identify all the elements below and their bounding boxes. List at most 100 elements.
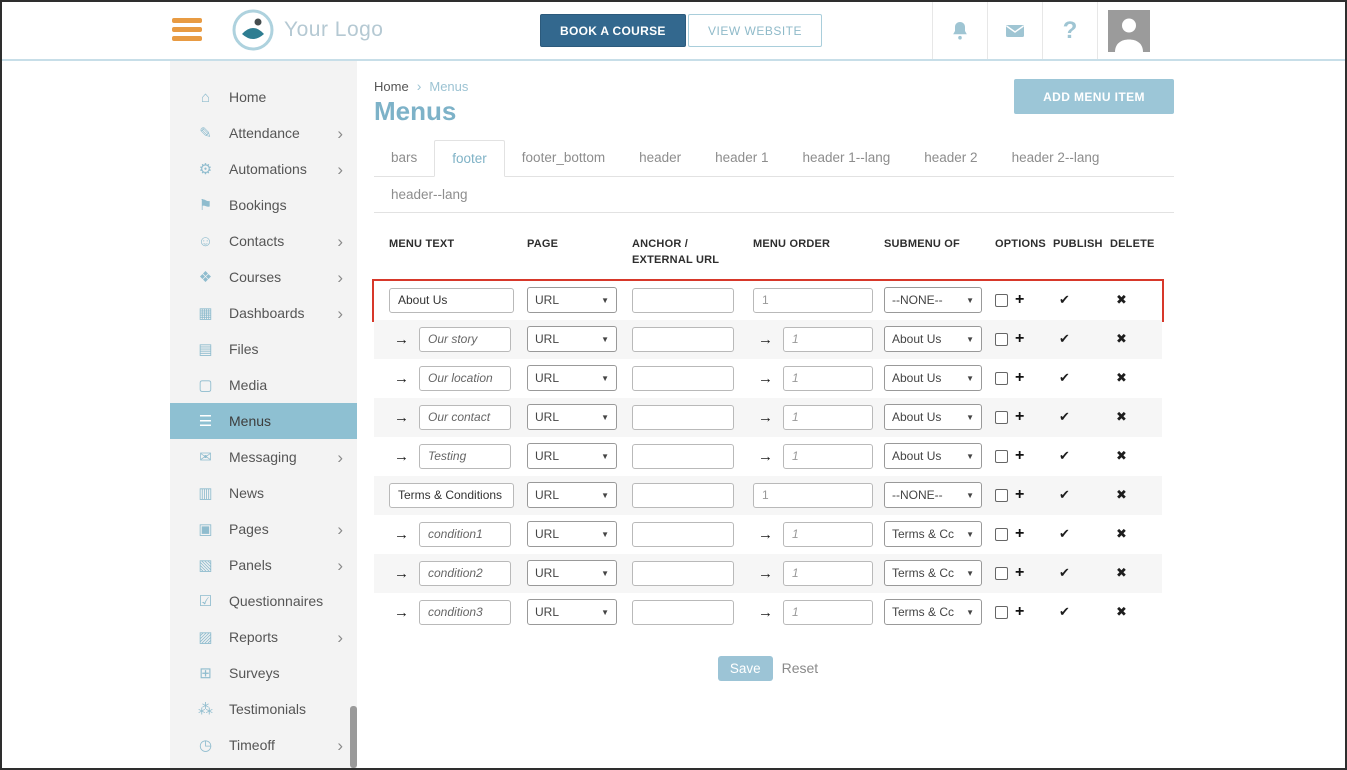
submenu-select[interactable]: About Us▼ xyxy=(884,365,982,391)
page-select[interactable]: URL▼ xyxy=(527,404,617,430)
publish-check-icon[interactable]: ✔ xyxy=(1059,448,1070,464)
sidebar-item-home[interactable]: ⌂Home xyxy=(170,79,357,115)
options-checkbox[interactable] xyxy=(995,372,1008,385)
submenu-select[interactable]: About Us▼ xyxy=(884,404,982,430)
submenu-select[interactable]: About Us▼ xyxy=(884,443,982,469)
tab-header-lang[interactable]: header--lang xyxy=(374,177,485,212)
menu-order-input[interactable] xyxy=(783,327,873,352)
options-checkbox[interactable] xyxy=(995,333,1008,346)
sidebar-item-news[interactable]: ▥News xyxy=(170,475,357,511)
delete-x-icon[interactable]: ✖ xyxy=(1116,409,1127,425)
publish-check-icon[interactable]: ✔ xyxy=(1059,292,1070,308)
publish-check-icon[interactable]: ✔ xyxy=(1059,526,1070,542)
anchor-url-input[interactable] xyxy=(632,405,734,430)
inbox-envelope-icon[interactable] xyxy=(987,2,1042,59)
publish-check-icon[interactable]: ✔ xyxy=(1059,565,1070,581)
sidebar-item-files[interactable]: ▤Files xyxy=(170,331,357,367)
sidebar-item-panels[interactable]: ▧Panels› xyxy=(170,547,357,583)
submenu-select[interactable]: About Us▼ xyxy=(884,326,982,352)
sidebar-item-media[interactable]: ▢Media xyxy=(170,367,357,403)
publish-check-icon[interactable]: ✔ xyxy=(1059,331,1070,347)
sidebar-item-messaging[interactable]: ✉Messaging› xyxy=(170,439,357,475)
save-button[interactable]: Save xyxy=(718,656,773,681)
hamburger-menu-icon[interactable] xyxy=(172,18,202,42)
add-option-icon[interactable]: + xyxy=(1015,487,1024,503)
page-select[interactable]: URL▼ xyxy=(527,521,617,547)
anchor-url-input[interactable] xyxy=(632,483,734,508)
options-checkbox[interactable] xyxy=(995,606,1008,619)
publish-check-icon[interactable]: ✔ xyxy=(1059,487,1070,503)
submenu-select[interactable]: --NONE--▼ xyxy=(884,482,982,508)
sidebar-item-attendance[interactable]: ✎Attendance› xyxy=(170,115,357,151)
menu-text-input[interactable] xyxy=(419,366,511,391)
tab-header-1[interactable]: header 1 xyxy=(698,140,785,176)
breadcrumb-home-link[interactable]: Home xyxy=(374,79,409,94)
add-option-icon[interactable]: + xyxy=(1015,526,1024,542)
page-select[interactable]: URL▼ xyxy=(527,560,617,586)
sidebar-item-testimonials[interactable]: ⁂Testimonials xyxy=(170,691,357,727)
delete-x-icon[interactable]: ✖ xyxy=(1116,526,1127,542)
menu-order-input[interactable] xyxy=(783,561,873,586)
page-select[interactable]: URL▼ xyxy=(527,482,617,508)
menu-order-input[interactable] xyxy=(753,288,873,313)
publish-check-icon[interactable]: ✔ xyxy=(1059,409,1070,425)
options-checkbox[interactable] xyxy=(995,489,1008,502)
menu-order-input[interactable] xyxy=(783,366,873,391)
anchor-url-input[interactable] xyxy=(632,366,734,391)
submenu-select[interactable]: Terms & Cc▼ xyxy=(884,560,982,586)
page-select[interactable]: URL▼ xyxy=(527,599,617,625)
add-menu-item-button[interactable]: ADD MENU ITEM xyxy=(1014,79,1174,114)
add-option-icon[interactable]: + xyxy=(1015,448,1024,464)
menu-order-input[interactable] xyxy=(783,444,873,469)
help-icon[interactable]: ? xyxy=(1042,2,1097,59)
options-checkbox[interactable] xyxy=(995,294,1008,307)
page-select[interactable]: URL▼ xyxy=(527,287,617,313)
sidebar-item-menus[interactable]: ☰Menus xyxy=(170,403,357,439)
tab-header-1-lang[interactable]: header 1--lang xyxy=(785,140,907,176)
menu-order-input[interactable] xyxy=(783,600,873,625)
sidebar-item-bookings[interactable]: ⚑Bookings xyxy=(170,187,357,223)
delete-x-icon[interactable]: ✖ xyxy=(1116,487,1127,503)
notifications-bell-icon[interactable] xyxy=(932,2,987,59)
delete-x-icon[interactable]: ✖ xyxy=(1116,370,1127,386)
options-checkbox[interactable] xyxy=(995,450,1008,463)
page-select[interactable]: URL▼ xyxy=(527,365,617,391)
menu-text-input[interactable] xyxy=(419,444,511,469)
reset-button[interactable]: Reset xyxy=(782,660,819,676)
sidebar-item-dashboards[interactable]: ▦Dashboards› xyxy=(170,295,357,331)
tab-footer[interactable]: footer xyxy=(434,140,505,177)
add-option-icon[interactable]: + xyxy=(1015,292,1024,308)
menu-text-input[interactable] xyxy=(419,405,511,430)
tab-header-2[interactable]: header 2 xyxy=(907,140,994,176)
user-avatar[interactable] xyxy=(1097,2,1159,59)
anchor-url-input[interactable] xyxy=(632,561,734,586)
submenu-select[interactable]: Terms & Cc▼ xyxy=(884,599,982,625)
menu-order-input[interactable] xyxy=(753,483,873,508)
add-option-icon[interactable]: + xyxy=(1015,331,1024,347)
tab-bars[interactable]: bars xyxy=(374,140,434,176)
delete-x-icon[interactable]: ✖ xyxy=(1116,565,1127,581)
publish-check-icon[interactable]: ✔ xyxy=(1059,370,1070,386)
sidebar-item-pages[interactable]: ▣Pages› xyxy=(170,511,357,547)
menu-text-input[interactable] xyxy=(419,327,511,352)
sidebar-item-automations[interactable]: ⚙Automations› xyxy=(170,151,357,187)
sidebar-item-questionnaires[interactable]: ☑Questionnaires xyxy=(170,583,357,619)
menu-order-input[interactable] xyxy=(783,405,873,430)
tab-footer-bottom[interactable]: footer_bottom xyxy=(505,140,622,176)
sidebar-item-timeoff[interactable]: ◷Timeoff› xyxy=(170,727,357,763)
sidebar-scrollbar[interactable] xyxy=(350,706,357,768)
menu-text-input[interactable] xyxy=(419,600,511,625)
sidebar-item-courses[interactable]: ❖Courses› xyxy=(170,259,357,295)
publish-check-icon[interactable]: ✔ xyxy=(1059,604,1070,620)
anchor-url-input[interactable] xyxy=(632,327,734,352)
options-checkbox[interactable] xyxy=(995,567,1008,580)
add-option-icon[interactable]: + xyxy=(1015,409,1024,425)
tab-header-2-lang[interactable]: header 2--lang xyxy=(995,140,1117,176)
menu-text-input[interactable] xyxy=(389,483,514,508)
anchor-url-input[interactable] xyxy=(632,600,734,625)
submenu-select[interactable]: Terms & Cc▼ xyxy=(884,521,982,547)
anchor-url-input[interactable] xyxy=(632,522,734,547)
add-option-icon[interactable]: + xyxy=(1015,604,1024,620)
anchor-url-input[interactable] xyxy=(632,288,734,313)
anchor-url-input[interactable] xyxy=(632,444,734,469)
